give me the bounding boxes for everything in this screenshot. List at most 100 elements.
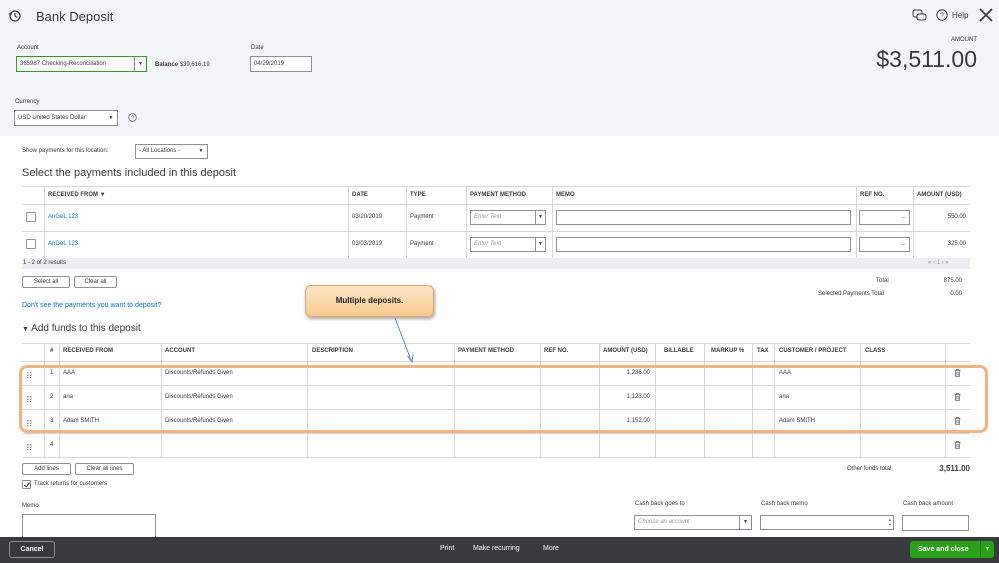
col-ref-no: REF NO.	[860, 192, 885, 198]
col-account: ACCOUNT	[165, 348, 195, 354]
divider	[22, 343, 970, 344]
cashback-amount-label: Cash back amount	[903, 501, 954, 507]
more-button[interactable]: More	[543, 545, 559, 552]
other-funds-total-value: 3,511.00	[939, 464, 970, 473]
payment-ref-input[interactable]: ...	[859, 210, 910, 225]
col-date: DATE	[352, 192, 368, 198]
pager-nav[interactable]: « ‹ 1 › »	[928, 260, 949, 266]
payment-memo-input[interactable]	[556, 237, 851, 252]
funds-section-title[interactable]: ▼ Add funds to this deposit	[22, 323, 141, 334]
header-panel	[0, 0, 999, 136]
col-ref-no: REF NO.	[544, 348, 569, 354]
date-input[interactable]: 04/29/2019	[250, 56, 312, 72]
cashback-account-placeholder: Choose an account	[638, 519, 690, 525]
drag-handle-icon[interactable]	[27, 444, 33, 450]
col-received-from[interactable]: RECEIVED FROM ▼	[48, 192, 106, 198]
payment-ref-input[interactable]: ...	[859, 237, 910, 252]
payment-amount: 550.00	[947, 214, 966, 220]
divider	[22, 186, 970, 187]
payment-row-checkbox[interactable]	[26, 239, 36, 249]
close-icon[interactable]	[978, 7, 994, 23]
chevron-down-icon: ▼	[739, 516, 751, 529]
account-label: Account	[17, 45, 39, 51]
payment-method-placeholder: Enter Text	[474, 214, 502, 220]
payment-method-placeholder: Enter Text	[474, 241, 502, 247]
add-lines-button[interactable]: Add lines	[22, 463, 71, 475]
date-label: Date	[251, 45, 264, 51]
col-memo: MEMO	[556, 192, 575, 198]
other-funds-total-label: Other funds total	[847, 466, 892, 472]
account-balance: Balance $39,616.19	[155, 62, 210, 68]
annotation-callout: Multiple deposits.	[305, 285, 434, 317]
location-select[interactable]: - All Locations - ▼	[135, 144, 208, 159]
chevron-down-icon[interactable]: ▼	[980, 541, 994, 558]
account-value: 365987 Checking-Reconciliation	[20, 61, 107, 67]
payment-method-select[interactable]: Enter Text ▼	[470, 210, 546, 225]
select-all-button[interactable]: Select all	[22, 276, 70, 288]
annotation-highlight	[19, 365, 988, 433]
payments-total-label: Total	[876, 278, 889, 284]
col-amount: AMOUNT (USD)	[917, 192, 962, 198]
checkmark-icon	[23, 482, 31, 488]
divider	[22, 433, 970, 434]
payment-received-from[interactable]: AnGeL 123	[48, 214, 78, 220]
col-num: #	[50, 348, 54, 354]
cashback-memo-input[interactable]: ▲ ▼	[760, 515, 894, 530]
cashback-goes-to-label: Cash back goes to	[635, 501, 685, 507]
chevron-down-icon: ▼	[108, 115, 114, 121]
resize-stepper-icon: ▲ ▼	[888, 517, 892, 527]
chevron-down-icon: ▼	[198, 148, 204, 154]
payment-type: Payment	[410, 241, 434, 247]
track-returns-checkbox[interactable]	[22, 480, 31, 489]
location-filter-label: Show payments for this location:	[22, 148, 109, 154]
save-and-close-button[interactable]: Save and close ▼	[910, 541, 994, 558]
payment-memo-input[interactable]	[556, 210, 851, 225]
svg-text:?: ?	[940, 13, 944, 20]
payments-section-title: Select the payments included in this dep…	[22, 167, 237, 179]
column-separator	[552, 186, 553, 258]
location-value: - All Locations -	[139, 148, 181, 154]
help-label: Help	[952, 10, 969, 20]
col-description: DESCRIPTION	[312, 348, 354, 354]
chevron-down-icon: ▼	[535, 211, 545, 224]
print-button[interactable]: Print	[440, 545, 454, 552]
account-select[interactable]: 365987 Checking-Reconciliation ▼	[16, 56, 147, 72]
divider	[22, 204, 970, 205]
help-icon: ?	[936, 9, 948, 21]
missing-payments-link[interactable]: Don't see the payments you want to depos…	[22, 302, 161, 309]
history-icon[interactable]	[8, 9, 22, 23]
cashback-amount-input[interactable]	[902, 515, 969, 531]
info-icon[interactable]: ?	[128, 113, 137, 122]
currency-value: USD United States Dollar	[18, 115, 86, 121]
balance-label: Balance	[155, 62, 179, 68]
feedback-icon[interactable]	[912, 8, 927, 23]
currency-label: Currency	[15, 99, 40, 105]
cancel-button[interactable]: Cancel	[9, 541, 55, 558]
track-returns-label: Track returns for customers	[34, 481, 108, 487]
payment-row-checkbox[interactable]	[26, 212, 36, 222]
currency-select[interactable]: USD United States Dollar ▼	[14, 110, 118, 126]
payment-date: 03/20/2019	[352, 214, 383, 220]
chevron-down-icon: ▼	[134, 57, 146, 71]
selected-total-value: 0.00	[950, 291, 962, 297]
payment-type: Payment	[410, 214, 434, 220]
col-amount: AMOUNT (USD)	[603, 348, 648, 354]
help-button[interactable]: ? Help	[936, 9, 968, 21]
column-separator	[856, 186, 857, 258]
column-separator	[44, 186, 45, 258]
chevron-down-icon: ▼	[535, 238, 545, 251]
payment-method-select[interactable]: Enter Text ▼	[470, 237, 546, 252]
col-payment-method: PAYMENT METHOD	[458, 348, 515, 354]
clear-all-lines-button[interactable]: Clear all lines	[75, 463, 134, 475]
payment-amount: 325.00	[947, 241, 966, 247]
col-class: CLASS	[865, 348, 886, 354]
trash-icon[interactable]	[954, 441, 961, 449]
clear-all-button[interactable]: Clear all	[74, 276, 117, 288]
payment-date: 03/03/2019	[352, 241, 383, 247]
make-recurring-button[interactable]: Make recurring	[473, 545, 520, 552]
col-customer-project: CUSTOMER / PROJECT	[779, 348, 847, 354]
annotation-arrow-icon	[394, 317, 414, 364]
memo-textarea[interactable]	[22, 514, 156, 537]
cashback-account-select[interactable]: Choose an account ▼	[634, 515, 752, 530]
payment-received-from[interactable]: AnGeL 123	[48, 241, 78, 247]
